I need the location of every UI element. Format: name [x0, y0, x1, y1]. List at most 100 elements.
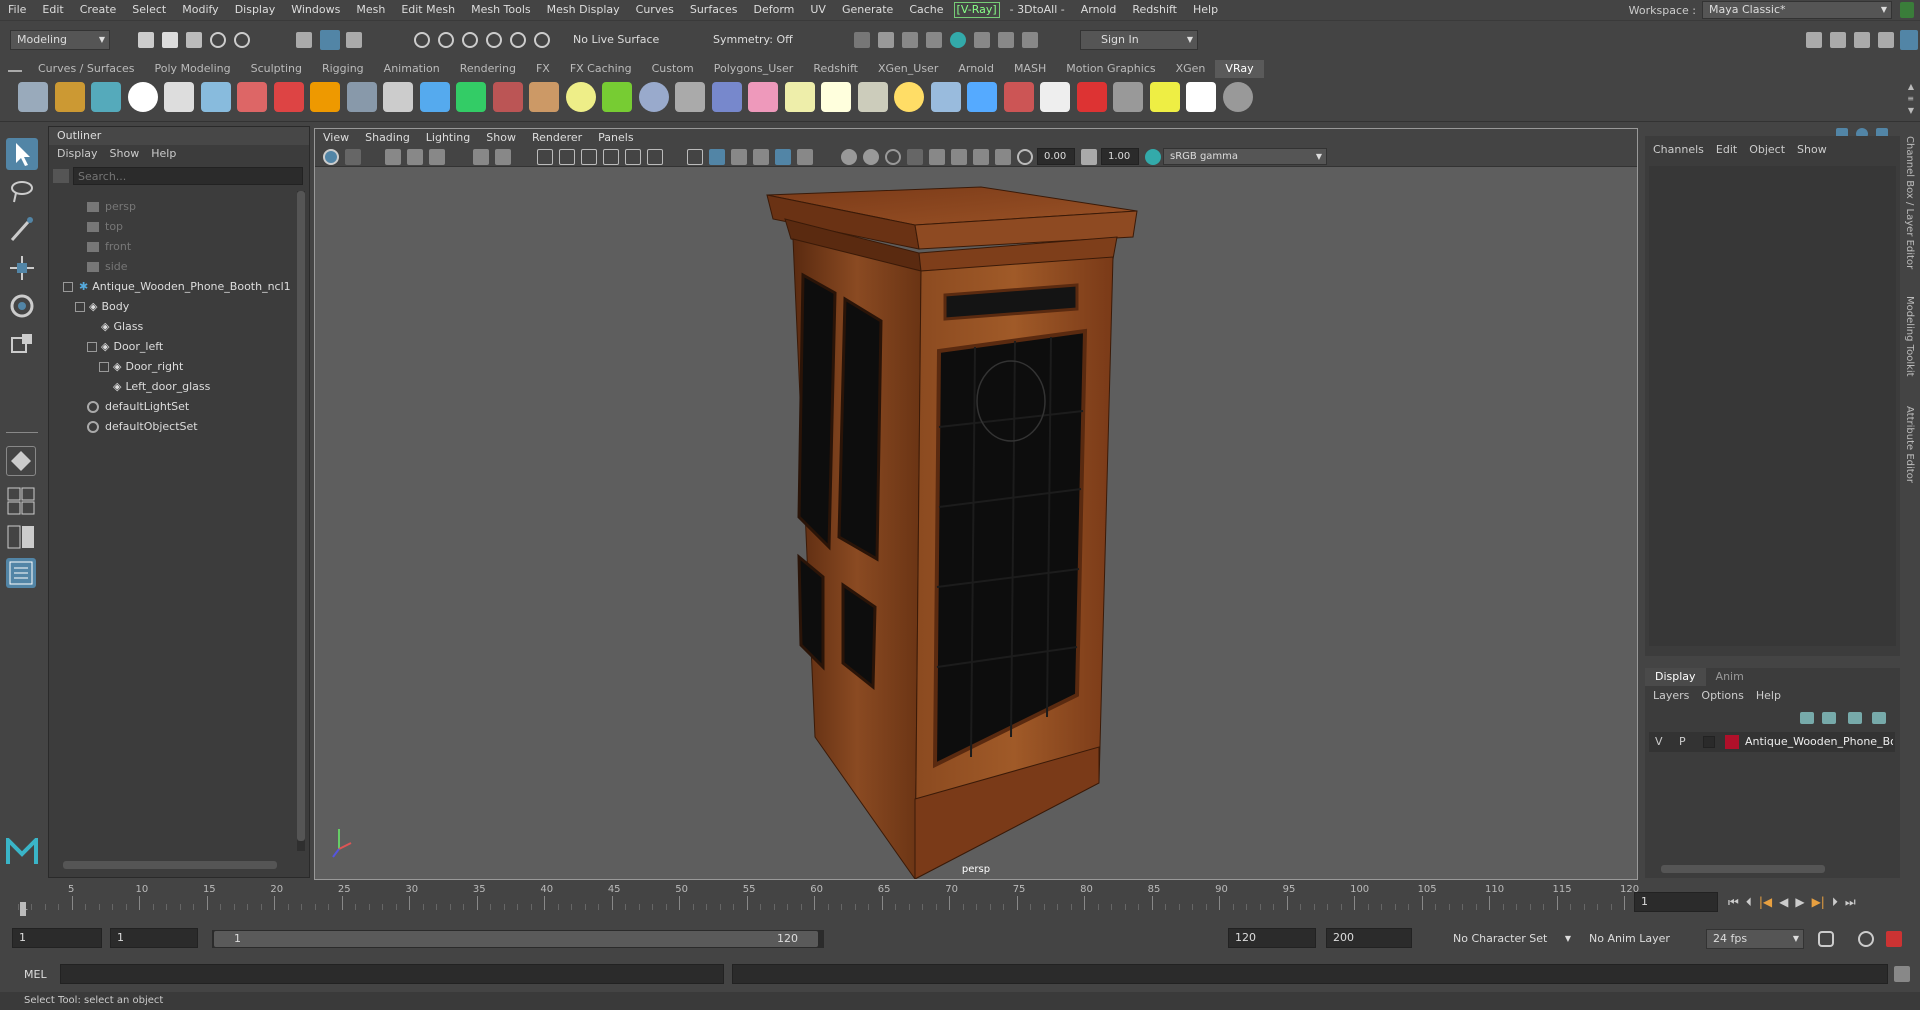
field-chart-icon[interactable]	[625, 149, 641, 165]
collapse-icon[interactable]	[87, 342, 97, 352]
shelf-tab-rendering[interactable]: Rendering	[450, 60, 526, 78]
play-forward-icon[interactable]: ▶	[1795, 895, 1804, 909]
shelf-tab-redshift[interactable]: Redshift	[803, 60, 868, 78]
vray-logo-icon[interactable]	[127, 82, 158, 112]
menu-surfaces[interactable]: Surfaces	[682, 0, 746, 20]
vray-light-properties-icon[interactable]	[54, 82, 85, 112]
channel-menu-show[interactable]: Show	[1791, 143, 1833, 156]
menu-mesh[interactable]: Mesh	[348, 0, 393, 20]
menu-generate[interactable]: Generate	[834, 0, 901, 20]
menu-help[interactable]: Help	[1185, 0, 1226, 20]
playback-end-field[interactable]: 120	[1228, 928, 1316, 948]
menu-vray[interactable]: [V-Ray]	[953, 2, 1000, 18]
layer-playback-toggle[interactable]: P	[1679, 735, 1686, 748]
snap-curve-icon[interactable]	[438, 32, 454, 48]
vray-render-icon[interactable]	[950, 32, 966, 48]
outliner-menu-show[interactable]: Show	[104, 145, 146, 163]
vray-omni-light-icon[interactable]	[821, 82, 851, 112]
outliner-vertical-scrollbar[interactable]	[297, 191, 305, 851]
channel-menu-object[interactable]: Object	[1743, 143, 1791, 156]
camera-select-icon[interactable]	[323, 149, 339, 165]
smooth-shade-icon[interactable]	[709, 149, 725, 165]
save-scene-icon[interactable]	[186, 32, 202, 48]
step-back-frame-icon[interactable]: |◀	[1759, 895, 1772, 909]
select-hierarchy-icon[interactable]	[296, 32, 312, 48]
mode-dropdown[interactable]: Modeling ▼	[10, 30, 110, 50]
isolate-select-icon[interactable]	[929, 149, 945, 165]
viewport-menu-renderer[interactable]: Renderer	[524, 129, 590, 147]
viewport-menu-panels[interactable]: Panels	[590, 129, 641, 147]
outliner-item-door-right[interactable]: ◈ Door_right	[99, 357, 183, 377]
outliner-menu-help[interactable]: Help	[145, 145, 182, 163]
step-forward-key-icon[interactable]: ⏵	[1832, 895, 1838, 910]
xray-active-icon[interactable]	[995, 149, 1011, 165]
vray-checker-icon[interactable]	[1040, 82, 1070, 112]
viewport-menu-view[interactable]: View	[315, 129, 357, 147]
redo-icon[interactable]	[234, 32, 250, 48]
viewport-panel[interactable]: View Shading Lighting Show Renderer Pane…	[314, 128, 1638, 880]
render-frame-icon[interactable]	[854, 32, 870, 48]
outliner-item-side[interactable]: side	[87, 257, 128, 277]
tab-display[interactable]: Display	[1645, 668, 1706, 686]
single-perspective-layout-icon[interactable]	[6, 446, 36, 476]
vray-grass-icon[interactable]	[602, 82, 632, 112]
toggle-attribute-editor-icon[interactable]	[1854, 32, 1870, 48]
toggle-modeling-toolkit-icon[interactable]	[1830, 32, 1846, 48]
camera-attributes-icon[interactable]	[385, 149, 401, 165]
loop-icon[interactable]	[1818, 931, 1834, 947]
outliner-item-top[interactable]: top	[87, 217, 123, 237]
textured-icon[interactable]	[753, 149, 769, 165]
wireframe-on-shaded-icon[interactable]	[731, 149, 747, 165]
layer-menu-help[interactable]: Help	[1750, 689, 1787, 702]
grease-pencil-icon[interactable]	[495, 149, 511, 165]
layer-visibility-toggle[interactable]: V	[1655, 735, 1663, 748]
menu-display[interactable]: Display	[227, 0, 284, 20]
viewport-menu-lighting[interactable]: Lighting	[418, 129, 478, 147]
vray-curves-icon[interactable]	[675, 82, 705, 112]
move-layer-down-icon[interactable]	[1822, 712, 1836, 724]
phone-booth-model[interactable]	[766, 186, 1138, 879]
current-frame-field[interactable]: 1	[1634, 892, 1718, 912]
animation-preferences-icon[interactable]	[1886, 931, 1902, 947]
menu-modify[interactable]: Modify	[174, 0, 226, 20]
shelf-tab-polygons-user[interactable]: Polygons_User	[704, 60, 804, 78]
anti-aliasing-icon[interactable]	[885, 149, 901, 165]
ambient-occlusion-icon[interactable]	[841, 149, 857, 165]
range-bar[interactable]: 1 120	[212, 930, 824, 948]
depth-of-field-icon[interactable]	[907, 149, 923, 165]
shelf-tab-rigging[interactable]: Rigging	[312, 60, 374, 78]
side-tab-channel-box[interactable]: Channel Box / Layer Editor	[1904, 136, 1915, 269]
camera-lock-icon[interactable]	[345, 149, 361, 165]
xray-joints-icon[interactable]	[973, 149, 989, 165]
snap-grid-icon[interactable]	[414, 32, 430, 48]
go-to-start-icon[interactable]: ⏮	[1728, 895, 1739, 910]
menu-cache[interactable]: Cache	[901, 0, 951, 20]
menu-redshift[interactable]: Redshift	[1124, 0, 1185, 20]
range-handle[interactable]: 1 120	[214, 931, 818, 947]
viewport-menu-shading[interactable]: Shading	[357, 129, 418, 147]
help-icon[interactable]	[1222, 82, 1253, 112]
vray-object-properties-icon[interactable]	[18, 82, 48, 112]
hypershade-icon[interactable]	[926, 32, 942, 48]
move-tool-icon[interactable]	[6, 252, 38, 284]
side-tab-modeling-toolkit[interactable]: Modeling Toolkit	[1904, 296, 1915, 377]
vray-fire-icon[interactable]	[310, 82, 340, 112]
shelf-tab-sculpting[interactable]: Sculpting	[241, 60, 312, 78]
vray-proxy-icon[interactable]	[237, 82, 267, 112]
vray-box-icon[interactable]	[383, 82, 413, 112]
lasso-tool-icon[interactable]	[6, 176, 38, 208]
play-backward-icon[interactable]: ◀	[1779, 895, 1788, 909]
outliner-horizontal-scrollbar[interactable]	[63, 861, 277, 869]
current-time-marker[interactable]	[20, 902, 26, 916]
toggle-outliner-icon[interactable]	[1806, 32, 1822, 48]
snap-point-icon[interactable]	[462, 32, 478, 48]
open-scene-icon[interactable]	[162, 32, 178, 48]
vray-render-icon[interactable]	[1076, 82, 1107, 112]
auto-key-icon[interactable]	[1858, 931, 1874, 947]
shelf-tab-mash[interactable]: MASH	[1004, 60, 1056, 78]
persp-outliner-layout-icon[interactable]	[6, 522, 36, 552]
tab-anim[interactable]: Anim	[1706, 668, 1754, 686]
outliner-item-front[interactable]: front	[87, 237, 131, 257]
render-view-icon[interactable]	[974, 32, 990, 48]
script-language-label[interactable]: MEL	[24, 968, 47, 981]
